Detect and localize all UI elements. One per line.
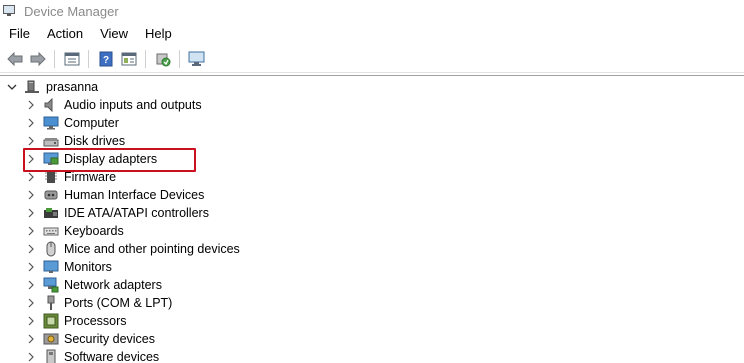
chevron-right-icon[interactable] (25, 117, 37, 129)
tree-item-label: Security devices (64, 332, 156, 346)
toolbar-separator (145, 49, 146, 68)
tree-item-ide-controllers[interactable]: IDE ATA/ATAPI controllers (0, 204, 744, 222)
tree-item-label: Processors (64, 314, 127, 328)
computer-icon (43, 115, 59, 131)
tree-item-label: Firmware (64, 170, 117, 184)
tree-item-audio[interactable]: Audio inputs and outputs (0, 96, 744, 114)
toolbar: ? (0, 45, 744, 73)
window-title: Device Manager (24, 3, 119, 19)
computer-icon (24, 79, 40, 95)
tree-item-processors[interactable]: Processors (0, 312, 744, 330)
mouse-icon (43, 241, 59, 257)
tree-item-label: Ports (COM & LPT) (64, 296, 173, 310)
tree-item-label: Human Interface Devices (64, 188, 205, 202)
tree-item-label: Disk drives (64, 134, 126, 148)
device-tree: prasanna Audio inputs and outputs Comput… (0, 75, 744, 363)
network-adapter-icon (43, 277, 59, 293)
highlight-box (23, 148, 196, 172)
device-manager-icon (3, 5, 17, 17)
disk-drive-icon (43, 133, 59, 149)
tree-item-label: Monitors (64, 260, 112, 274)
help-icon[interactable]: ? (95, 48, 117, 70)
chevron-down-icon[interactable] (6, 81, 18, 93)
port-icon (43, 295, 59, 311)
menu-help[interactable]: Help (136, 26, 172, 41)
menu-view[interactable]: View (91, 26, 128, 41)
tree-item-network-adapters[interactable]: Network adapters (0, 276, 744, 294)
tree-item-monitors[interactable]: Monitors (0, 258, 744, 276)
chevron-right-icon[interactable] (25, 171, 37, 183)
chevron-right-icon[interactable] (25, 315, 37, 327)
chevron-right-icon[interactable] (25, 243, 37, 255)
chevron-right-icon[interactable] (25, 135, 37, 147)
chevron-right-icon[interactable] (25, 189, 37, 201)
chevron-right-icon[interactable] (25, 99, 37, 111)
software-device-icon (43, 349, 59, 363)
title-bar: Device Manager (0, 0, 744, 22)
chevron-right-icon[interactable] (25, 207, 37, 219)
menu-action[interactable]: Action (38, 26, 83, 41)
hid-icon (43, 187, 59, 203)
tree-item-mice[interactable]: Mice and other pointing devices (0, 240, 744, 258)
tree-item-hid[interactable]: Human Interface Devices (0, 186, 744, 204)
processor-icon (43, 313, 59, 329)
toolbar-separator (54, 49, 55, 68)
chevron-right-icon[interactable] (25, 225, 37, 237)
chevron-right-icon[interactable] (25, 261, 37, 273)
tree-item-label: Software devices (64, 350, 160, 363)
tree-item-label: IDE ATA/ATAPI controllers (64, 206, 209, 220)
tree-root[interactable]: prasanna (0, 78, 744, 96)
tree-item-keyboards[interactable]: Keyboards (0, 222, 744, 240)
toolbar-separator (88, 49, 89, 68)
tree-item-security-devices[interactable]: Security devices (0, 330, 744, 348)
tree-item-ports[interactable]: Ports (COM & LPT) (0, 294, 744, 312)
menu-file[interactable]: File (0, 26, 30, 41)
properties-icon[interactable] (61, 48, 83, 70)
tree-item-label: Keyboards (64, 224, 124, 238)
speaker-icon (43, 97, 59, 113)
chevron-right-icon[interactable] (25, 333, 37, 345)
back-icon[interactable] (4, 48, 26, 70)
chevron-right-icon[interactable] (25, 351, 37, 363)
tree-item-label: Audio inputs and outputs (64, 98, 202, 112)
svg-text:?: ? (103, 55, 109, 66)
toolbar-separator (179, 49, 180, 68)
keyboard-icon (43, 223, 59, 239)
tree-item-label: Mice and other pointing devices (64, 242, 240, 256)
tree-item-computer[interactable]: Computer (0, 114, 744, 132)
monitor-icon (43, 259, 59, 275)
chevron-right-icon[interactable] (25, 279, 37, 291)
menu-bar: File Action View Help (0, 23, 744, 43)
tree-root-label: prasanna (46, 80, 99, 94)
update-driver-icon[interactable] (152, 48, 174, 70)
tree-item-label: Computer (64, 116, 119, 130)
scan-hardware-icon[interactable] (186, 48, 208, 70)
ide-controller-icon (43, 205, 59, 221)
tree-item-label: Network adapters (64, 278, 162, 292)
view-icon[interactable] (118, 48, 140, 70)
security-device-icon (43, 331, 59, 347)
forward-icon[interactable] (27, 48, 49, 70)
tree-item-software-devices[interactable]: Software devices (0, 348, 744, 363)
chevron-right-icon[interactable] (25, 297, 37, 309)
